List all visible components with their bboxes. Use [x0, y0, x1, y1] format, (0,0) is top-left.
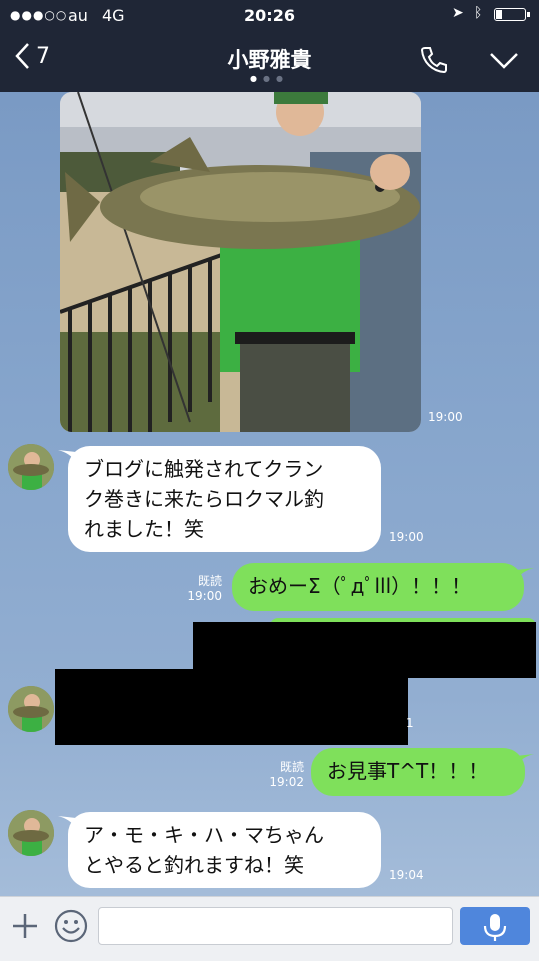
bubble-tail — [516, 754, 534, 766]
chat-area[interactable]: 19:00 ブログに触発されてクラン ク巻きに来たらロクマル釣 れました！笑 1… — [0, 92, 539, 896]
plus-icon[interactable] — [10, 911, 40, 941]
message-line: ク巻きに来たらロクマル釣 — [84, 487, 324, 511]
read-receipt: 既読 19:02 — [269, 760, 304, 789]
battery-icon — [494, 8, 530, 21]
page-indicator: ●●● — [250, 74, 289, 83]
avatar-image — [8, 444, 54, 490]
redacted-block — [55, 669, 408, 745]
bubble-tail — [516, 568, 534, 580]
message-bubble[interactable]: お見事T^T！！！ — [311, 748, 525, 796]
mic-icon — [483, 914, 507, 941]
location-icon: ➤ — [452, 5, 464, 21]
message-time: 19:00 — [428, 410, 463, 424]
avatar-image — [8, 810, 54, 856]
avatar[interactable] — [8, 444, 54, 490]
message-line: ブログに触発されてクラン — [84, 457, 324, 481]
avatar[interactable] — [8, 810, 54, 856]
chat-title: 小野雅貴 — [227, 48, 312, 72]
phone-icon[interactable] — [418, 44, 450, 76]
message-line: ア・モ・キ・ハ・マちゃん — [84, 823, 324, 847]
message-bubble[interactable]: ブログに触発されてクラン ク巻きに来たらロクマル釣 れました！笑 — [68, 446, 381, 552]
message-time: 19:00 — [389, 530, 424, 544]
input-bar — [0, 896, 539, 961]
avatar-image — [8, 686, 54, 732]
fish-photo-image — [60, 92, 421, 432]
status-bar: ●●●○○ au 4G 20:26 ➤ ᛒ — [0, 0, 539, 30]
chat-header: 7 小野雅貴 ●●● — [0, 30, 539, 92]
mic-button[interactable] — [460, 907, 530, 945]
message-input[interactable] — [98, 907, 453, 945]
avatar[interactable] — [8, 686, 54, 732]
message-time: 19:04 — [389, 868, 424, 882]
message-bubble[interactable]: おめーΣ（ﾟдﾟlll）！！！ — [232, 563, 524, 611]
read-receipt: 既読 19:00 — [187, 574, 222, 603]
message-line: とやると釣れますね！笑 — [84, 853, 304, 877]
bluetooth-icon: ᛒ — [474, 5, 483, 21]
message-text: お見事T^T！！！ — [327, 759, 489, 783]
message-bubble[interactable]: ア・モ・キ・ハ・マちゃん とやると釣れますね！笑 — [68, 812, 381, 888]
fish-photo[interactable] — [60, 92, 421, 432]
chevron-down-icon[interactable] — [488, 50, 520, 72]
emoji-icon[interactable] — [54, 909, 88, 943]
message-text: おめーΣ（ﾟдﾟlll）！！！ — [248, 574, 472, 598]
message-line: れました！笑 — [84, 517, 204, 541]
message-time: 1 — [406, 716, 414, 730]
